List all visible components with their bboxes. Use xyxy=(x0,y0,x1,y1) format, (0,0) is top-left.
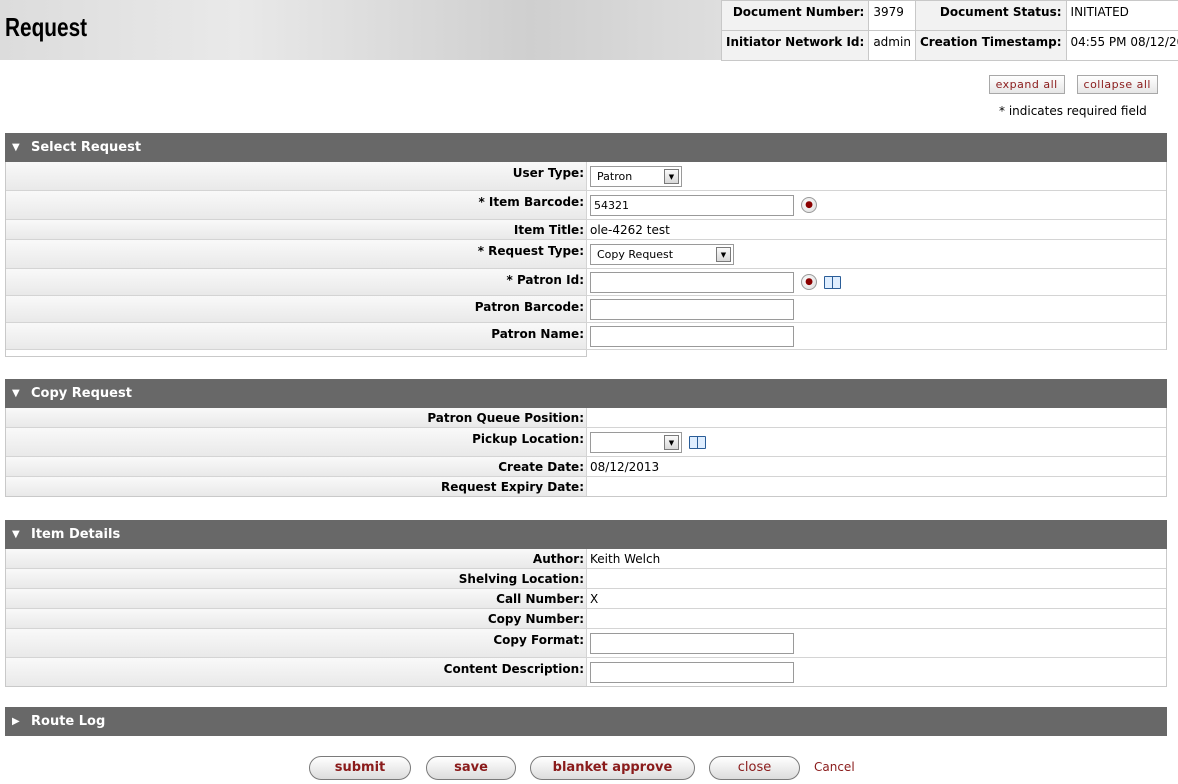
doc-number-value: 3979 xyxy=(868,0,916,31)
collapse-triangle-icon: ▼ xyxy=(12,388,20,399)
cancel-link[interactable]: Cancel xyxy=(814,760,855,774)
search-lookup-icon[interactable]: ● xyxy=(801,274,817,290)
action-button-bar: submit save blanket approve close Cancel xyxy=(0,756,1178,780)
copy-request-header[interactable]: ▼ Copy Request xyxy=(5,379,1167,408)
submit-button[interactable]: submit xyxy=(309,756,411,780)
select-request-section: ▼ Select Request User Type: Patron ▼ * I… xyxy=(5,133,1167,357)
doc-status-value: INITIATED xyxy=(1065,0,1178,31)
timestamp-value: 04:55 PM 08/12/2013 xyxy=(1065,30,1178,61)
create-date-row: Create Date: 08/12/2013 xyxy=(6,457,1166,477)
shelving-location-value xyxy=(587,569,1166,588)
document-info-table: Document Number: 3979 Document Status: I… xyxy=(720,0,1178,61)
copy-format-label: Copy Format: xyxy=(6,629,587,657)
patron-name-label: Patron Name: xyxy=(6,323,587,349)
collapse-triangle-icon: ▼ xyxy=(12,529,20,540)
user-type-value: Patron xyxy=(597,169,633,183)
item-barcode-input[interactable] xyxy=(590,194,794,216)
search-lookup-icon[interactable]: ● xyxy=(801,197,817,213)
initiator-value: admin xyxy=(868,30,916,61)
request-type-label: * Request Type: xyxy=(6,240,587,268)
expiry-date-value xyxy=(587,477,1166,496)
item-barcode-row: * Item Barcode: ● xyxy=(6,191,1166,220)
copy-number-label: Copy Number: xyxy=(6,609,587,628)
dropdown-arrow-icon: ▼ xyxy=(716,246,731,262)
shelving-location-label: Shelving Location: xyxy=(6,569,587,588)
user-type-label: User Type: xyxy=(6,162,587,190)
initiator-label: Initiator Network Id: xyxy=(720,30,870,61)
patron-barcode-label: Patron Barcode: xyxy=(6,296,587,322)
copy-format-input[interactable] xyxy=(590,632,794,654)
author-label: Author: xyxy=(6,549,587,568)
collapse-triangle-icon: ▼ xyxy=(12,142,20,153)
patron-name-row: Patron Name: xyxy=(6,323,1166,350)
item-details-header[interactable]: ▼ Item Details xyxy=(5,520,1167,549)
create-date-label: Create Date: xyxy=(6,457,587,476)
expiry-date-row: Request Expiry Date: xyxy=(6,477,1166,497)
doc-status-label: Document Status: xyxy=(914,0,1067,31)
dropdown-arrow-icon: ▼ xyxy=(664,168,679,184)
patron-barcode-input[interactable] xyxy=(590,298,794,320)
item-title-value: ole-4262 test xyxy=(590,222,670,237)
copy-number-value xyxy=(587,609,1166,628)
patron-id-row: * Patron Id: ● xyxy=(6,269,1166,296)
expand-triangle-icon: ▶ xyxy=(12,716,20,727)
user-type-select[interactable]: Patron ▼ xyxy=(590,165,682,187)
section-title: Copy Request xyxy=(31,386,132,401)
patron-id-input[interactable] xyxy=(590,271,794,293)
required-field-note: * indicates required field xyxy=(999,104,1147,118)
content-description-row: Content Description: xyxy=(6,658,1166,687)
section-title: Select Request xyxy=(31,140,142,155)
call-number-value: X xyxy=(590,591,599,606)
section-footer-gap xyxy=(5,350,587,357)
book-icon[interactable] xyxy=(689,435,707,449)
book-icon[interactable] xyxy=(824,275,842,289)
pickup-location-row: Pickup Location: ▼ xyxy=(6,428,1166,457)
patron-name-input[interactable] xyxy=(590,325,794,347)
shelving-location-row: Shelving Location: xyxy=(6,569,1166,589)
section-title: Item Details xyxy=(31,527,121,542)
request-type-select[interactable]: Copy Request ▼ xyxy=(590,243,734,265)
blanket-approve-button[interactable]: blanket approve xyxy=(530,756,695,780)
page-header: Request Document Number: 3979 Document S… xyxy=(0,0,1178,61)
save-button[interactable]: save xyxy=(426,756,516,780)
page-title: Request xyxy=(5,12,88,42)
patron-id-label: * Patron Id: xyxy=(6,269,587,295)
content-description-label: Content Description: xyxy=(6,658,587,686)
create-date-value: 08/12/2013 xyxy=(590,459,660,474)
request-type-value: Copy Request xyxy=(597,247,674,261)
dropdown-arrow-icon: ▼ xyxy=(664,434,679,450)
copy-number-row: Copy Number: xyxy=(6,609,1166,629)
author-value: Keith Welch xyxy=(590,551,661,566)
queue-position-value xyxy=(587,408,1166,427)
expiry-date-label: Request Expiry Date: xyxy=(6,477,587,496)
select-request-header[interactable]: ▼ Select Request xyxy=(5,133,1167,162)
timestamp-label: Creation Timestamp: xyxy=(914,30,1067,61)
patron-barcode-row: Patron Barcode: xyxy=(6,296,1166,323)
copy-format-row: Copy Format: xyxy=(6,629,1166,658)
request-type-row: * Request Type: Copy Request ▼ xyxy=(6,240,1166,269)
expand-collapse-controls: expand all collapse all xyxy=(981,75,1158,94)
doc-number-label: Document Number: xyxy=(720,0,870,31)
route-log-section: ▶ Route Log xyxy=(5,707,1167,736)
call-number-label: Call Number: xyxy=(6,589,587,608)
expand-all-button[interactable]: expand all xyxy=(988,75,1065,94)
collapse-all-button[interactable]: collapse all xyxy=(1076,75,1158,94)
route-log-header[interactable]: ▶ Route Log xyxy=(5,707,1167,736)
item-title-row: Item Title: ole-4262 test xyxy=(6,220,1166,240)
queue-position-label: Patron Queue Position: xyxy=(6,408,587,427)
item-details-section: ▼ Item Details Author: Keith Welch Shelv… xyxy=(5,520,1167,687)
section-title: Route Log xyxy=(31,714,106,729)
queue-position-row: Patron Queue Position: xyxy=(6,408,1166,428)
copy-request-section: ▼ Copy Request Patron Queue Position: Pi… xyxy=(5,379,1167,497)
close-button[interactable]: close xyxy=(709,756,800,780)
pickup-location-label: Pickup Location: xyxy=(6,428,587,456)
pickup-location-select[interactable]: ▼ xyxy=(590,431,682,453)
item-barcode-label: * Item Barcode: xyxy=(6,191,587,219)
item-title-label: Item Title: xyxy=(6,220,587,239)
content-description-input[interactable] xyxy=(590,661,794,683)
author-row: Author: Keith Welch xyxy=(6,549,1166,569)
call-number-row: Call Number: X xyxy=(6,589,1166,609)
user-type-row: User Type: Patron ▼ xyxy=(6,162,1166,191)
